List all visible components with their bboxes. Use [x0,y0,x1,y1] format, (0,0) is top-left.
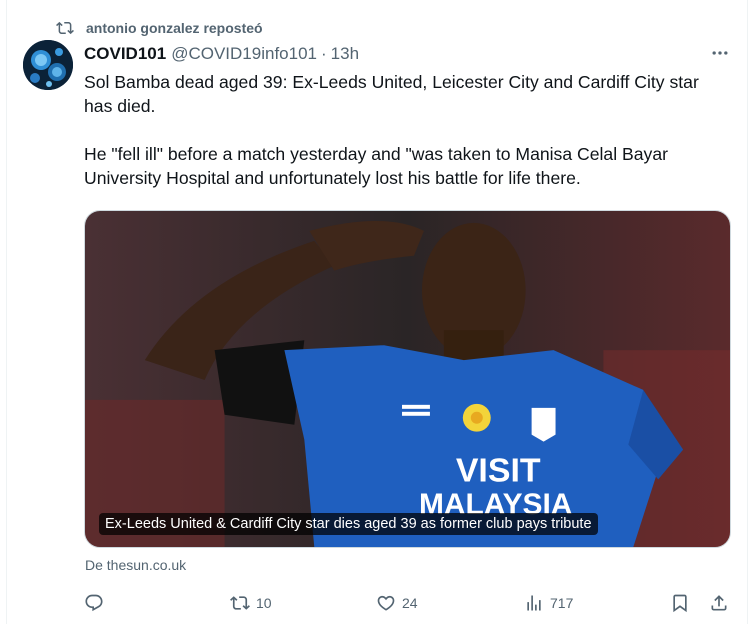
repost-count: 10 [256,595,272,611]
share-icon [711,595,727,611]
repost-label: antonio gonzalez reposteó [86,20,263,36]
more-options-button[interactable] [708,42,732,64]
like-button[interactable]: 24 [376,588,418,618]
link-card-caption: Ex-Leeds United & Cardiff City star dies… [99,513,598,535]
action-bar: 10 24 717 [84,588,734,618]
reply-icon [85,594,103,612]
repost-button[interactable]: 10 [230,588,272,618]
share-button[interactable] [709,588,729,618]
heart-icon [377,595,395,611]
avatar[interactable] [23,40,73,90]
link-card-image[interactable]: VISIT MALAYSIA Ex-Leeds United & Cardiff… [84,210,731,548]
separator-dot: · [320,44,327,63]
link-source[interactable]: De thesun.co.uk [85,557,186,573]
reply-button[interactable] [84,588,110,618]
repost-icon [230,596,250,610]
bookmark-button[interactable] [670,588,690,618]
player-photo: VISIT MALAYSIA [85,211,730,547]
views-count: 717 [550,595,574,611]
views-icon [527,595,541,611]
post-text: Sol Bamba dead aged 39: Ex-Leeds United,… [84,72,699,188]
repost-indicator[interactable]: antonio gonzalez reposteó [56,18,263,38]
repost-icon [56,21,74,35]
timestamp[interactable]: 13h [331,44,359,64]
post-header: COVID101 @COVID19info101 · 13h [84,43,728,65]
bookmark-icon [673,594,687,613]
handle[interactable]: @COVID19info101 [171,44,317,64]
shirt-text-1: VISIT [456,451,541,489]
like-count: 24 [402,595,418,611]
views-button[interactable]: 717 [524,588,573,618]
more-icon [712,51,728,55]
virus-avatar-image [23,40,73,90]
display-name[interactable]: COVID101 [84,44,166,64]
